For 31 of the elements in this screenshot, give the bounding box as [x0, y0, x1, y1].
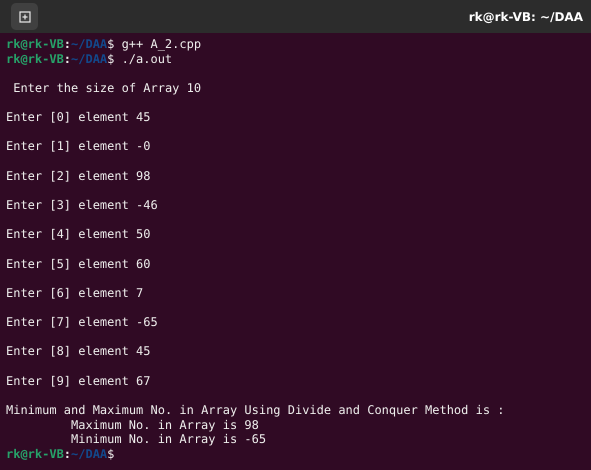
prompt-symbol: $: [107, 446, 114, 462]
prompt-path: ~/DAA: [71, 446, 108, 462]
prompt-symbol: $: [107, 37, 114, 52]
output-line: Maximum No. in Array is 98: [71, 418, 259, 432]
output-line: Enter [3] element -46: [6, 198, 158, 213]
prompt-user: rk@rk-VB: [6, 446, 64, 462]
output-line: Enter [8] element 45: [6, 344, 150, 360]
output-line: Enter [9] element 67: [6, 374, 150, 388]
prompt-separator: :: [64, 446, 72, 462]
command-text: g++ A_2.cpp: [122, 37, 202, 52]
output-line: Enter [2] element 98: [6, 168, 150, 184]
new-tab-icon: [18, 10, 30, 22]
output-line: Enter [7] element -65: [6, 315, 158, 330]
output-line: Enter [6] element 7: [6, 286, 144, 301]
output-line: Enter the size of Array 10: [12, 80, 202, 96]
prompt-path: ~/DAA: [71, 52, 108, 66]
output-line: Minimum and Maximum No. in Array Using Divide and Conquer Method is :: [6, 403, 504, 418]
window-title: rk@rk-VB: ~/DAA: [468, 8, 583, 26]
prompt-path: ~/DAA: [71, 37, 108, 52]
output-line: Enter [1] element -0: [6, 139, 150, 154]
output-line: Minimum No. in Array is -65: [71, 432, 266, 447]
output-line: Enter [0] element 45: [6, 110, 150, 125]
prompt-user: rk@rk-VB: [6, 52, 64, 66]
command-text: ./a.out: [122, 52, 172, 66]
output-line: Enter [5] element 60: [6, 256, 150, 272]
prompt-user: rk@rk-VB: [6, 37, 64, 52]
output-line: Enter [4] element 50: [6, 227, 150, 242]
prompt-separator: :: [64, 37, 72, 52]
new-tab-button[interactable]: [11, 3, 38, 30]
prompt-separator: :: [64, 52, 72, 66]
prompt-symbol: $: [107, 52, 114, 66]
